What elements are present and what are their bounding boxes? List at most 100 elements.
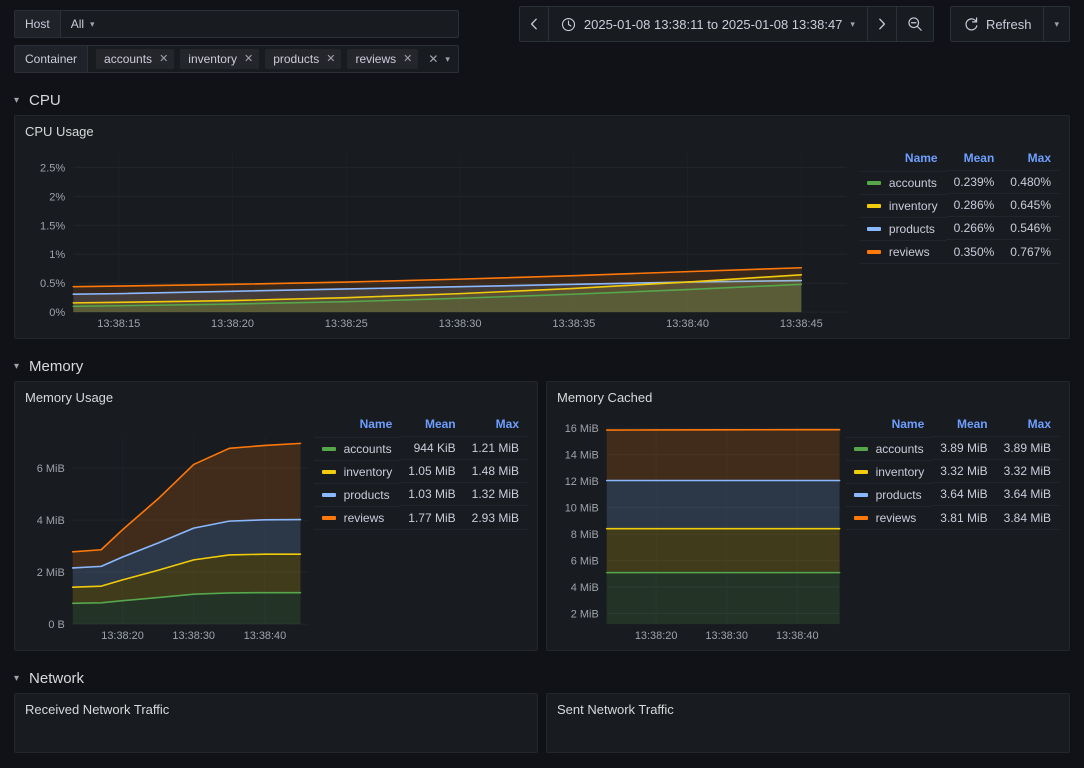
legend-row[interactable]: accounts 944 KiB 1.21 MiB [313,436,527,460]
container-variable-controls: ✕ ▾ [426,46,458,72]
legend-header-max[interactable]: Max [1002,149,1059,171]
series-label: reviews [343,510,385,525]
x-axis-tick-label: 13:38:40 [666,318,709,330]
legend-row[interactable]: products 0.266% 0.546% [858,216,1059,240]
legend-series-name[interactable]: reviews [313,505,401,530]
legend-table: Name Mean Max accounts 944 KiB 1.21 MiB invent… [313,415,527,530]
cpu-usage-legend: Name Mean Max accounts 0.239% 0.480% inventory… [858,143,1069,338]
memory-usage-plot[interactable]: 0 B 2 MiB 4 MiB 6 MiB 13:38:20 13:38:30 13:38:… [15,409,314,650]
close-icon[interactable]: ✕ [159,53,168,65]
legend-series-name[interactable]: inventory [845,459,933,483]
legend-series-name[interactable]: accounts [858,170,946,194]
legend-series-name[interactable]: accounts [313,436,401,460]
legend-table: Name Mean Max accounts 0.239% 0.480% inventory… [858,149,1059,264]
section-header-memory[interactable]: ▾ Memory [0,351,1084,381]
x-axis-tick-label: 13:38:20 [101,630,144,642]
legend-header-max[interactable]: Max [996,415,1059,437]
close-icon[interactable]: ✕ [326,53,335,65]
chevron-down-icon[interactable]: ▾ [445,54,450,65]
legend-series-name[interactable]: reviews [845,505,933,530]
legend-series-name[interactable]: products [858,216,946,240]
legend-row[interactable]: products 3.64 MiB 3.64 MiB [845,482,1059,506]
legend-header-mean[interactable]: Mean [932,415,995,437]
refresh-interval-dropdown[interactable]: ▾ [1044,7,1069,41]
section-title: Network [29,669,85,687]
legend-header-max[interactable]: Max [464,415,527,437]
legend-row[interactable]: reviews 1.77 MiB 2.93 MiB [313,505,527,530]
legend-header-name[interactable]: Name [314,415,401,437]
legend-mean-value: 1.05 MiB [400,459,464,483]
close-icon[interactable]: ✕ [244,53,253,65]
series-color-swatch [321,446,336,451]
series-area-accounts [606,572,840,625]
legend-mean-value: 1.77 MiB [400,505,464,530]
legend-table: Name Mean Max accounts 3.89 MiB 3.89 MiB inven… [845,415,1059,530]
legend-row[interactable]: products 1.03 MiB 1.32 MiB [313,482,527,506]
legend-row[interactable]: accounts 0.239% 0.480% [858,170,1059,194]
series-color-swatch [853,515,868,520]
x-axis-tick-label: 13:38:30 [439,318,482,330]
legend-max-value: 1.32 MiB [463,482,527,506]
legend-max-value: 2.93 MiB [463,505,527,530]
y-axis-tick-label: 0 B [48,619,64,631]
time-shift-forward-button[interactable] [868,7,897,41]
chip-label: inventory [188,52,237,66]
x-axis-tick-label: 13:38:40 [244,630,287,642]
legend-series-name[interactable]: inventory [858,193,946,217]
legend-series-name[interactable]: products [845,482,933,506]
close-icon[interactable]: ✕ [403,53,412,65]
series-color-swatch [321,469,336,474]
host-variable[interactable]: Host All ▾ [14,10,459,38]
refresh-icon [965,17,978,31]
container-variable-label: Container [15,46,89,72]
legend-series-name[interactable]: accounts [845,436,933,460]
time-range-button[interactable]: 2025-01-08 13:38:11 to 2025-01-08 13:38:… [549,7,868,41]
chip-label: reviews [355,52,397,66]
legend-max-value: 3.64 MiB [995,482,1059,506]
series-area-products [606,480,840,529]
x-axis-tick-label: 13:38:30 [172,630,215,642]
clear-all-icon[interactable]: ✕ [428,52,438,66]
legend-row[interactable]: reviews 0.350% 0.767% [858,239,1059,264]
legend-row[interactable]: inventory 1.05 MiB 1.48 MiB [313,459,527,483]
section-title: CPU [29,91,61,109]
legend-series-name[interactable]: inventory [313,459,401,483]
refresh-label: Refresh [985,16,1032,32]
legend-row[interactable]: reviews 3.81 MiB 3.84 MiB [845,505,1059,530]
legend-row[interactable]: inventory 3.32 MiB 3.32 MiB [845,459,1059,483]
legend-header-mean[interactable]: Mean [946,149,1003,171]
legend-row[interactable]: inventory 0.286% 0.645% [858,193,1059,217]
legend-mean-value: 3.89 MiB [932,436,996,460]
legend-series-name[interactable]: reviews [858,239,946,264]
legend-max-value: 3.32 MiB [995,459,1059,483]
memory-usage-legend: Name Mean Max accounts 944 KiB 1.21 MiB invent… [313,409,537,650]
chip-accounts[interactable]: accounts ✕ [96,49,175,69]
chevron-down-icon: ▾ [90,18,95,29]
series-label: inventory [888,198,938,213]
panel-memory-cached: Memory Cached 2 MiB 4 MiB 6 MiB 8 MiB 10 MiB… [546,381,1070,651]
legend-row[interactable]: accounts 3.89 MiB 3.89 MiB [845,436,1059,460]
time-shift-back-button[interactable] [520,7,549,41]
chip-reviews[interactable]: reviews ✕ [347,49,419,69]
refresh-button[interactable]: Refresh [951,7,1045,41]
chevron-right-icon [879,18,885,30]
host-variable-value-picker[interactable]: All ▾ [61,11,105,37]
series-color-swatch [321,492,336,497]
section-header-network[interactable]: ▾ Network [0,663,1084,693]
y-axis-tick-label: 0.5% [40,278,65,290]
legend-header-mean[interactable]: Mean [400,415,463,437]
zoom-out-button[interactable] [897,7,933,41]
legend-header-name[interactable]: Name [859,149,946,171]
memory-cached-plot[interactable]: 2 MiB 4 MiB 6 MiB 8 MiB 10 MiB 12 MiB 14 MiB 16… [547,409,846,650]
series-area-inventory [606,528,840,573]
legend-max-value: 0.767% [1002,239,1059,264]
legend-series-name[interactable]: products [313,482,401,506]
series-label: accounts [888,175,937,190]
section-header-cpu[interactable]: ▾ CPU [0,85,1084,115]
legend-mean-value: 0.239% [945,170,1003,194]
container-variable[interactable]: Container accounts ✕ inventory ✕ product… [14,45,459,73]
cpu-usage-plot[interactable]: 0% 0.5% 1% 1.5% 2% 2.5% 13:38:15 13:38:20 13:38:… [15,143,859,338]
legend-header-name[interactable]: Name [846,415,933,437]
chip-products[interactable]: products ✕ [265,49,342,69]
chip-inventory[interactable]: inventory ✕ [180,49,260,69]
